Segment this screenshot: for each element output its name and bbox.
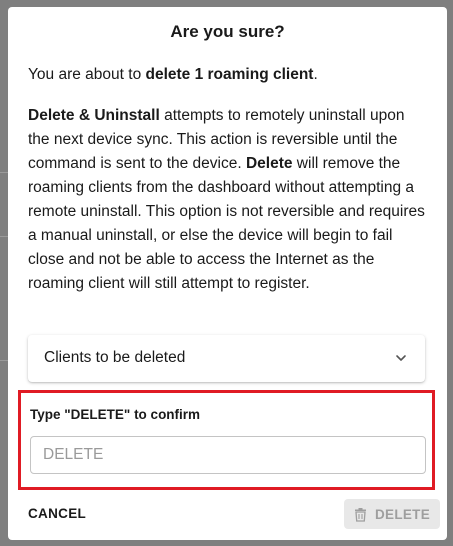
delete-term: Delete (245, 155, 293, 172)
delete-description: will remove the roaming clients from the… (28, 155, 425, 292)
dialog-title: Are you sure? (170, 22, 285, 41)
confirm-highlight-box: Type "DELETE" to confirm (18, 390, 435, 490)
intro-text: You are about to delete 1 roaming client… (28, 63, 428, 87)
intro-prefix: You are about to (28, 66, 146, 83)
confirm-delete-input[interactable] (30, 436, 426, 474)
intro-suffix: . (313, 66, 318, 83)
delete-button-label: DELETE (374, 506, 431, 522)
backdrop-divider (0, 172, 8, 173)
accordion-label: Clients to be deleted (44, 349, 186, 366)
cancel-button[interactable]: CANCEL (28, 506, 86, 521)
confirm-label: Type "DELETE" to confirm (30, 407, 201, 422)
intro-count: delete 1 roaming client (145, 66, 314, 83)
backdrop-divider (0, 360, 8, 361)
confirm-delete-dialog: Are you sure? You are about to delete 1 … (8, 7, 447, 540)
delete-button[interactable]: DELETE (344, 499, 440, 529)
delete-uninstall-term: Delete & Uninstall (28, 107, 160, 124)
chevron-down-icon (396, 355, 406, 361)
clients-to-be-deleted-accordion[interactable]: Clients to be deleted (28, 335, 425, 382)
backdrop-divider (0, 236, 8, 237)
trash-icon (354, 507, 366, 522)
description-text: Delete & Uninstall attempts to remotely … (28, 104, 430, 296)
